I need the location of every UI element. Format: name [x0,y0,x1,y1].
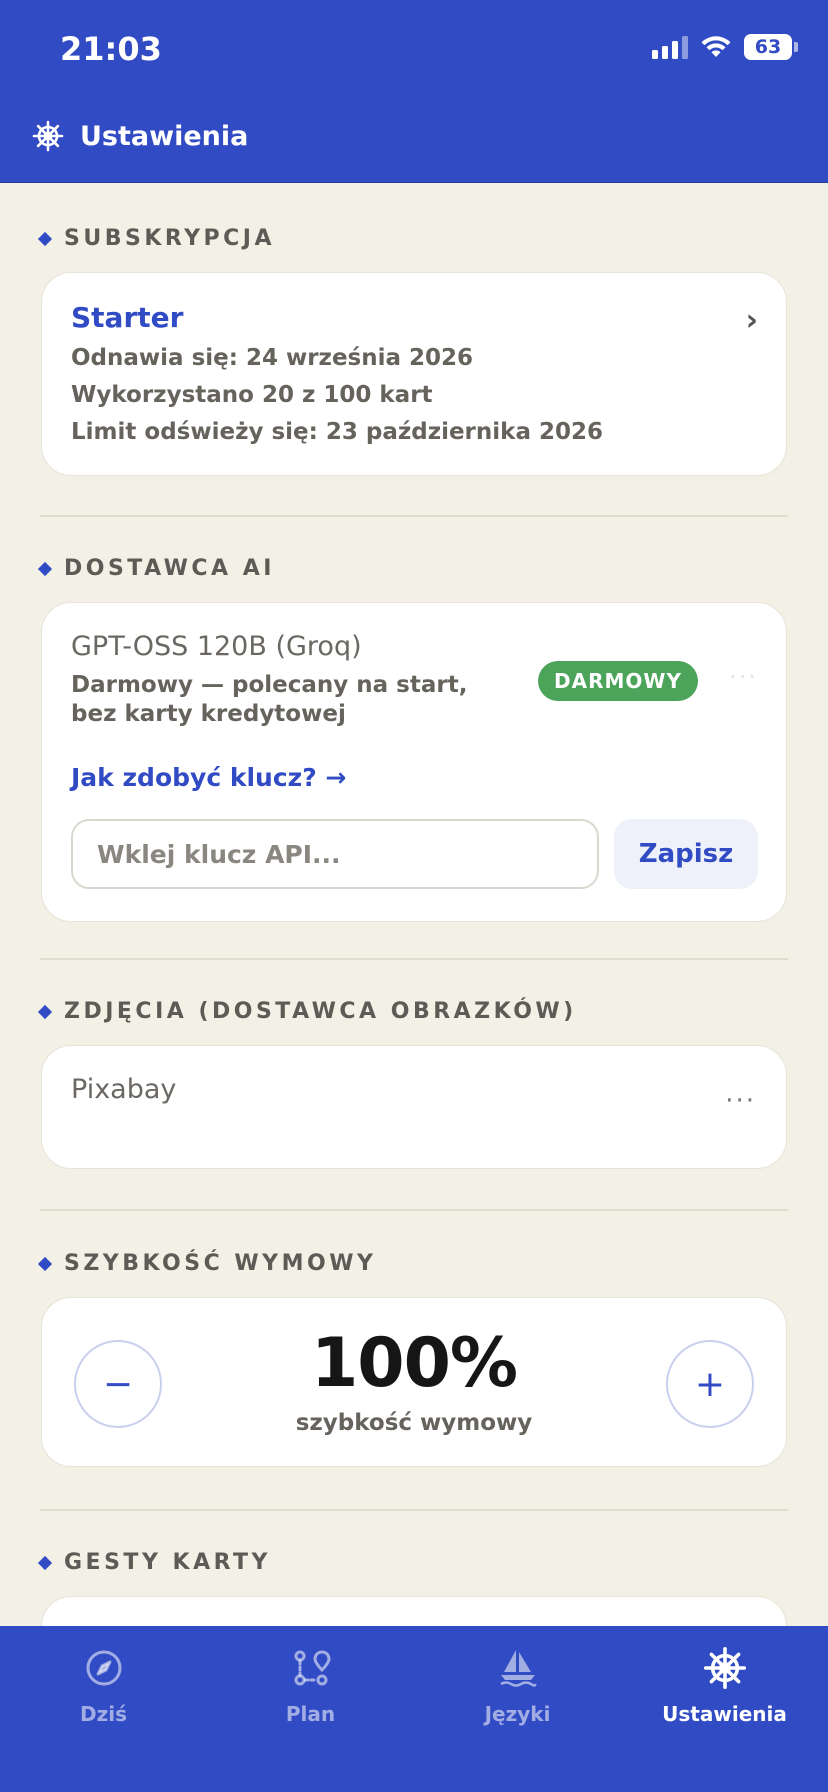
increase-speed-button[interactable]: + [666,1340,754,1428]
tab-today[interactable]: Dziś [0,1626,207,1792]
diamond-icon [37,1004,53,1019]
status-time: 21:03 [60,30,162,68]
speech-speed-card: − 100% szybkość wymowy + [41,1297,787,1467]
tab-plan[interactable]: Plan [207,1626,414,1792]
model-name: GPT-OSS 120B (Groq) [71,631,362,662]
app-bar: Ustawienia [32,120,248,152]
compass-icon [86,1650,121,1686]
card-usage: Wykorzystano 20 z 100 kart [71,382,433,408]
image-provider-card[interactable]: Pixabay ··· [41,1045,787,1169]
page-title: Ustawienia [80,120,249,152]
more-options-icon[interactable]: ··· [725,1086,756,1116]
diamond-icon [37,561,53,576]
settings-content[interactable]: SUBSKRYPCJA Starter › Odnawia się: 24 wr… [0,184,828,1626]
renewal-date: Odnawia się: 24 września 2026 [71,345,474,371]
section-label-subscription: SUBSKRYPCJA [37,226,275,251]
sailboat-icon [499,1650,536,1687]
battery-icon: 63 [744,34,798,60]
route-icon [294,1650,331,1686]
more-options-icon[interactable]: ··· [729,663,758,691]
ship-wheel-icon [32,120,64,152]
diamond-icon [37,1555,53,1570]
image-provider-name: Pixabay [71,1074,177,1105]
get-key-link[interactable]: Jak zdobyć klucz? → [71,763,346,792]
tab-label: Ustawienia [662,1702,787,1726]
api-key-input[interactable] [71,819,599,889]
subscription-card[interactable]: Starter › Odnawia się: 24 września 2026 … [41,272,787,476]
section-label-speech-speed: SZYBKOŚĆ WYMOWY [37,1251,376,1276]
status-icons: 63 [652,34,798,60]
diamond-icon [37,231,53,246]
diamond-icon [37,1256,53,1271]
divider [40,515,788,517]
divider [40,958,788,960]
ai-provider-card: GPT-OSS 120B (Groq) Darmowy — polecany n… [41,602,787,922]
free-badge: DARMOWY [538,661,698,701]
cellular-signal-icon [652,35,688,59]
wifi-icon [701,36,731,57]
chevron-right-icon: › [745,303,758,338]
ship-wheel-icon [703,1646,746,1690]
card-gestures-card[interactable] [41,1596,787,1626]
divider [40,1509,788,1511]
tab-label: Dziś [79,1702,127,1726]
section-label-card-gestures: GESTY KARTY [37,1550,271,1575]
header: 21:03 63 Ustawienia [0,0,828,183]
limit-refresh-date: Limit odświeży się: 23 października 2026 [71,419,603,445]
tab-settings[interactable]: Ustawienia [621,1626,828,1792]
tab-label: Języki [484,1702,551,1726]
section-label-images: ZDJĘCIA (DOSTAWCA OBRAZKÓW) [37,999,577,1024]
divider [40,1209,788,1211]
tab-label: Plan [285,1702,336,1726]
plan-name: Starter [71,301,184,334]
save-button[interactable]: Zapisz [614,819,758,889]
tab-languages[interactable]: Języki [414,1626,621,1792]
model-description: Darmowy — polecany na start, bez karty k… [71,672,468,727]
tab-bar: Dziś Plan Języki Ustawienia [0,1626,828,1792]
speed-caption: szybkość wymowy [295,1410,533,1436]
section-label-ai-provider: DOSTAWCA AI [37,556,275,581]
